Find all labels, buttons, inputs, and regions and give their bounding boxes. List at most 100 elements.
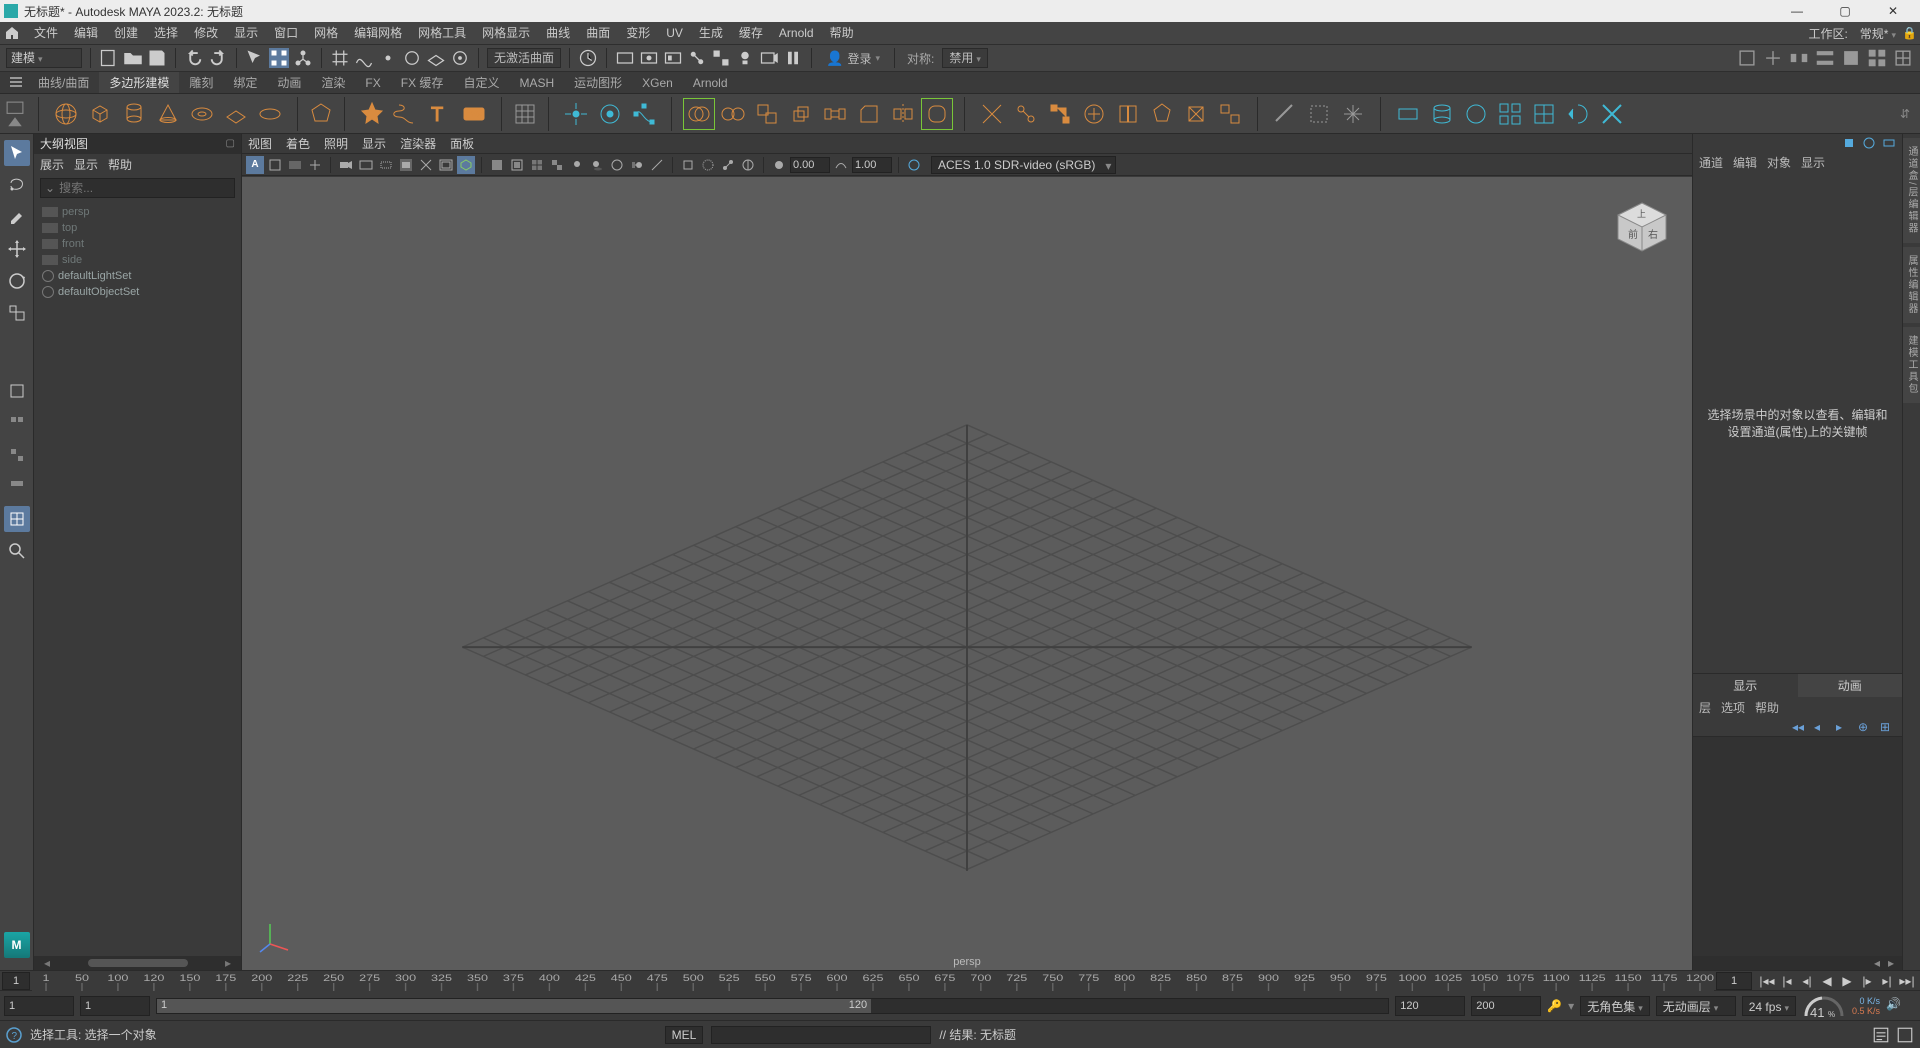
outliner-node-front[interactable]: front [34, 236, 241, 252]
layer-menu-1[interactable]: 选项 [1721, 699, 1745, 716]
undo-icon[interactable] [184, 48, 204, 68]
go-to-start-icon[interactable]: |◂◂ [1758, 973, 1776, 989]
shelf-tab-7[interactable]: FX 缓存 [391, 72, 454, 93]
view-menu-0[interactable]: 视图 [248, 135, 272, 152]
vt-isolate-icon[interactable] [679, 156, 697, 174]
vt-gamma-field[interactable]: 1.00 [852, 157, 892, 173]
menu-11[interactable]: 曲线 [538, 26, 578, 40]
grid-settings-icon[interactable] [510, 99, 540, 129]
snap-plane-icon[interactable] [426, 48, 446, 68]
step-back-key-icon[interactable]: |◂ [1778, 973, 1796, 989]
vt-motion-blur-icon[interactable] [628, 156, 646, 174]
edge-tab-0[interactable]: 通道盒/层编辑器 [1903, 138, 1920, 243]
render-settings-icon[interactable] [663, 48, 683, 68]
anim-end-field[interactable]: 200 [1471, 996, 1541, 1016]
mel-label[interactable]: MEL [665, 1026, 704, 1044]
shelf-tab-8[interactable]: 自定义 [453, 72, 509, 93]
select-mode-component-icon[interactable] [269, 48, 289, 68]
tool-b[interactable] [4, 442, 30, 468]
viewport-3d[interactable]: 前 右 上 persp [242, 176, 1692, 970]
save-scene-icon[interactable] [147, 48, 167, 68]
shelf-tab-3[interactable]: 绑定 [223, 72, 267, 93]
layer-icon-1[interactable]: ◂◂ [1792, 720, 1808, 734]
booleans-icon[interactable] [752, 99, 782, 129]
tool-search[interactable] [4, 538, 30, 564]
playblast-icon[interactable] [759, 48, 779, 68]
anim-start-field[interactable]: 1 [4, 996, 74, 1016]
layer-menu-2[interactable]: 帮助 [1755, 699, 1779, 716]
vt-xray-joints-icon[interactable] [719, 156, 737, 174]
multicut-icon[interactable] [977, 99, 1007, 129]
play-fwd-icon[interactable]: ▶ [1838, 973, 1856, 989]
detach-icon[interactable] [1215, 99, 1245, 129]
select-tool[interactable] [4, 140, 30, 166]
light-editor-icon[interactable] [735, 48, 755, 68]
vt-colorspace-toggle-icon[interactable] [905, 156, 923, 174]
select-mode-obj-icon[interactable] [245, 48, 265, 68]
hypershade-icon[interactable] [687, 48, 707, 68]
menu-16[interactable]: 缓存 [731, 26, 771, 40]
vt-field-chart-icon[interactable] [417, 156, 435, 174]
insert-edgeloop-icon[interactable] [1113, 99, 1143, 129]
vt-wire-on-shaded-icon[interactable] [528, 156, 546, 174]
snap-proj-icon[interactable] [402, 48, 422, 68]
outliner-node-persp[interactable]: persp [34, 204, 241, 220]
shelf-left-2[interactable] [6, 115, 24, 127]
render-setup-icon[interactable] [711, 48, 731, 68]
vt-wireframe-icon[interactable] [457, 156, 475, 174]
sl-icon-5[interactable] [1840, 48, 1862, 68]
menu-6[interactable]: 窗口 [266, 26, 306, 40]
vt-bookmark-icon[interactable] [266, 156, 284, 174]
shelf-tab-6[interactable]: FX [355, 72, 390, 93]
sl-icon-4[interactable] [1814, 48, 1836, 68]
sl-icon-6[interactable] [1866, 48, 1888, 68]
polystar-icon[interactable] [357, 99, 387, 129]
quaddraw-icon[interactable] [1079, 99, 1109, 129]
menu-0[interactable]: 文件 [26, 26, 66, 40]
outliner-menu-1[interactable]: 显示 [74, 156, 98, 173]
move-tool[interactable] [4, 236, 30, 262]
tool-d-active[interactable] [4, 506, 30, 532]
snap-point-icon[interactable] [378, 48, 398, 68]
play-back-icon[interactable]: ◀ [1818, 973, 1836, 989]
time-slider[interactable]: 1 15010012015017520022525027530032535037… [0, 970, 1920, 990]
polysphere-icon[interactable] [51, 99, 81, 129]
view-menu-3[interactable]: 显示 [362, 135, 386, 152]
remesh-icon[interactable] [1338, 99, 1368, 129]
sl-icon-3[interactable] [1788, 48, 1810, 68]
polyplane-icon[interactable] [221, 99, 251, 129]
outliner-menu-2[interactable]: 帮助 [108, 156, 132, 173]
layer-icon-2[interactable]: ◂ [1814, 720, 1830, 734]
workspace-selector[interactable]: 常规* [1854, 25, 1902, 42]
layer-tab-display[interactable]: 显示 [1693, 674, 1798, 697]
live-surface-field[interactable]: 无激活曲面 [487, 48, 561, 68]
uv-planar-icon[interactable] [1393, 99, 1423, 129]
polytype-icon[interactable]: T [425, 99, 455, 129]
vt-antialias-icon[interactable] [648, 156, 666, 174]
vt-safe-icon[interactable] [437, 156, 455, 174]
cb-menu-0[interactable]: 通道 [1699, 154, 1723, 171]
cb-icon-2[interactable] [1862, 136, 1876, 150]
shelf-tab-12[interactable]: Arnold [683, 72, 738, 93]
smooth-icon[interactable] [922, 99, 952, 129]
filter-icon[interactable]: ⌄ [45, 181, 55, 195]
uv-layout-icon[interactable] [1597, 99, 1627, 129]
close-button[interactable]: ✕ [1878, 4, 1908, 18]
outliner-node-top[interactable]: top [34, 220, 241, 236]
polycube-icon[interactable] [85, 99, 115, 129]
menu-8[interactable]: 编辑网格 [346, 26, 410, 40]
fps-selector[interactable]: 24 fps [1742, 996, 1796, 1016]
outliner-header[interactable]: 大纲视图 ▢ [34, 134, 241, 154]
step-fwd-key-icon[interactable]: ▸| [1878, 973, 1896, 989]
cb-menu-3[interactable]: 显示 [1801, 154, 1825, 171]
target-weld-icon[interactable] [1011, 99, 1041, 129]
mirror-icon[interactable] [888, 99, 918, 129]
vt-exposure-field[interactable]: 0.00 [790, 157, 830, 173]
shelf-tab-10[interactable]: 运动图形 [564, 72, 632, 93]
home-icon[interactable] [4, 25, 20, 41]
layers-list[interactable] [1693, 736, 1902, 956]
charset-selector[interactable]: 无角色集 [1580, 996, 1650, 1016]
connect-icon[interactable] [1045, 99, 1075, 129]
outliner-node-defaultObjectSet[interactable]: defaultObjectSet [34, 284, 241, 300]
autokey-icon[interactable]: 🔑 [1547, 999, 1562, 1013]
